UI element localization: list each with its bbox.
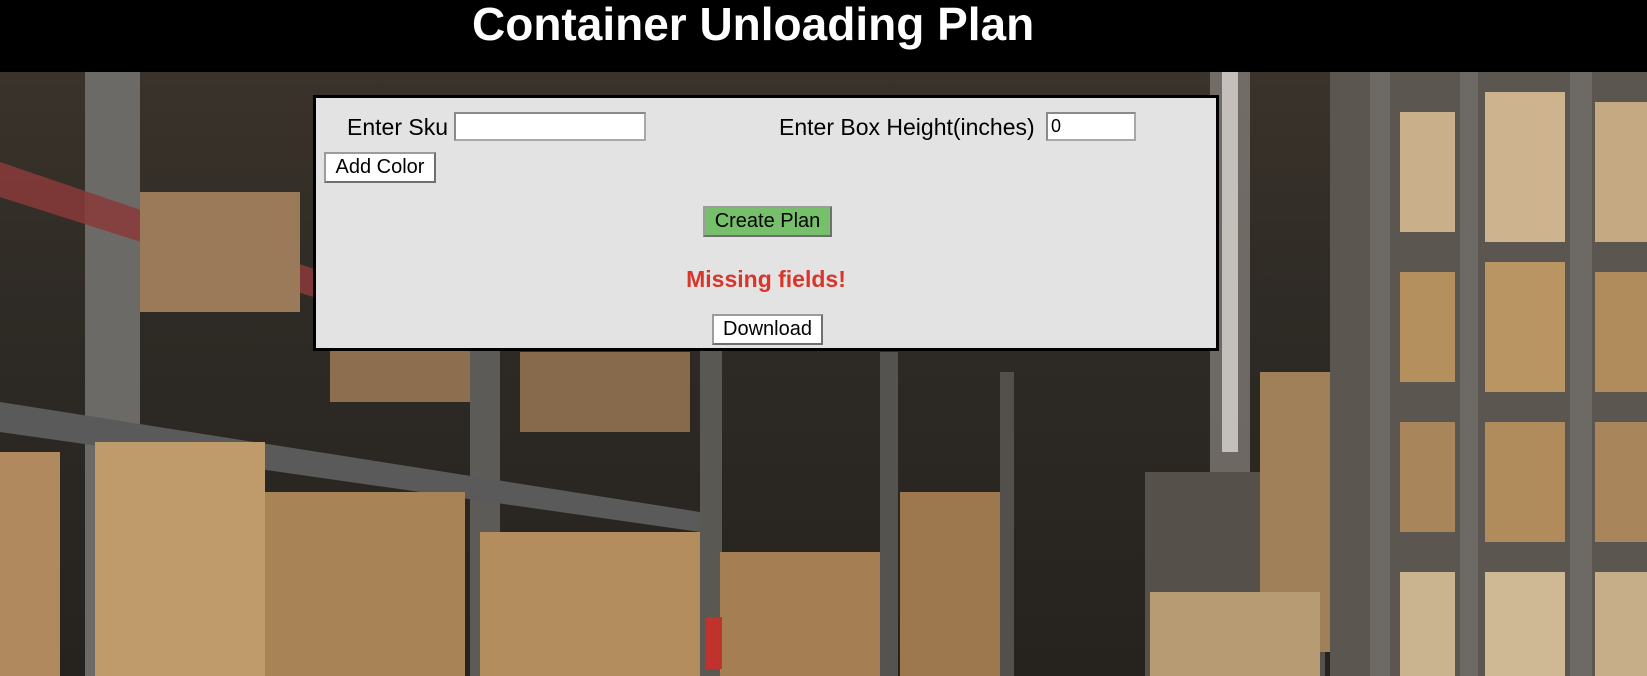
download-button[interactable]: Download: [712, 314, 823, 345]
box-height-input[interactable]: [1046, 112, 1136, 141]
page-title: Container Unloading Plan: [472, 0, 1035, 50]
sku-label: Enter Sku: [347, 114, 448, 140]
sku-input[interactable]: [454, 112, 646, 141]
error-message: Missing fields!: [686, 266, 846, 292]
box-height-label: Enter Box Height(inches): [779, 114, 1035, 140]
add-color-button[interactable]: Add Color: [324, 152, 436, 183]
plan-form-panel: Enter Sku Enter Box Height(inches) Add C…: [313, 95, 1219, 351]
page-header: Container Unloading Plan: [0, 0, 1647, 72]
create-plan-button[interactable]: Create Plan: [703, 206, 832, 237]
